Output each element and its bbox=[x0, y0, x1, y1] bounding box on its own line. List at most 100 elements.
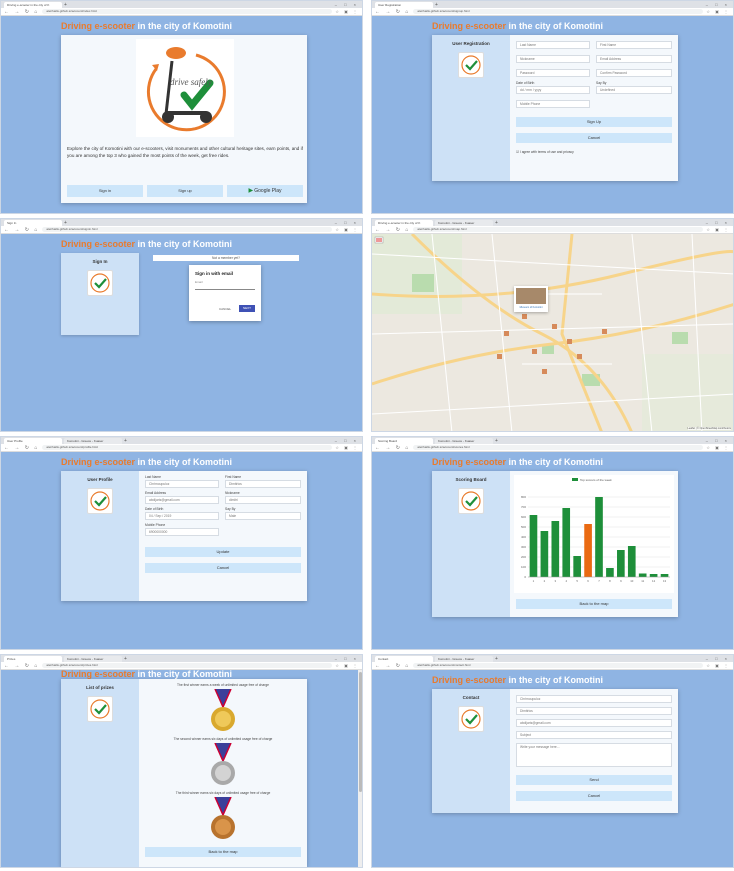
window-controls[interactable]: – □ × bbox=[335, 438, 362, 444]
tab-bar: Prizes Komotini - Greece - Kuaser + – □ … bbox=[1, 655, 362, 662]
nav-buttons[interactable]: ← → ↻ ⌂ bbox=[375, 227, 410, 233]
extension-icons[interactable]: ☆ ▣ ⋮ bbox=[335, 9, 359, 14]
nav-buttons[interactable]: ← → ↻ ⌂ bbox=[4, 9, 39, 15]
first-name-input[interactable]: Dimitrios bbox=[225, 480, 301, 488]
chart-bar bbox=[529, 515, 538, 577]
email-input[interactable]: Email Address bbox=[596, 55, 672, 63]
browser-tab[interactable]: User Profile bbox=[4, 438, 62, 444]
surname-input[interactable]: Dimitrios bbox=[516, 707, 672, 715]
nav-buttons[interactable]: ← → ↻ ⌂ bbox=[4, 663, 39, 669]
cancel-button[interactable]: Cancel bbox=[516, 791, 672, 801]
window-controls[interactable]: – □ × bbox=[335, 656, 362, 662]
scrollbar-thumb[interactable] bbox=[358, 672, 362, 792]
browser-tab[interactable]: User Registration bbox=[375, 2, 433, 8]
new-tab-button[interactable]: + bbox=[495, 656, 498, 662]
cancel-button[interactable]: Cancel bbox=[516, 133, 672, 143]
nav-buttons[interactable]: ← → ↻ ⌂ bbox=[375, 445, 410, 451]
url-field[interactable]: aleirhailis.github.io/account/prizes.htm… bbox=[42, 663, 333, 668]
terms-checkbox[interactable]: ☑ I agree with terms of use and privacy bbox=[516, 150, 574, 154]
url-field[interactable]: aleirhailis.github.io/account/scores.htm… bbox=[413, 445, 704, 450]
sex-select[interactable]: Male bbox=[225, 512, 301, 520]
confirm-password-input[interactable]: Confirm Password bbox=[596, 69, 672, 77]
browser-tab[interactable]: Contact bbox=[375, 656, 433, 662]
message-textarea[interactable]: Write your message here... bbox=[516, 743, 672, 767]
mobile-input[interactable]: Mobile Phone bbox=[516, 100, 590, 108]
sign-up-button[interactable]: Sign Up bbox=[516, 117, 672, 127]
nav-buttons[interactable]: ← → ↻ ⌂ bbox=[4, 227, 39, 233]
url-field[interactable]: aleirhailis.github.io/account/signup.htm… bbox=[413, 9, 704, 14]
first-name-input[interactable]: First Name bbox=[596, 41, 672, 49]
scrollbar[interactable] bbox=[358, 670, 362, 867]
extension-icons[interactable]: ☆ ▣ ⋮ bbox=[706, 227, 730, 232]
address-bar: ← → ↻ ⌂ aleirhailis.github.io/account/in… bbox=[1, 8, 362, 16]
nav-buttons[interactable]: ← → ↻ ⌂ bbox=[375, 9, 410, 15]
nav-buttons[interactable]: ← → ↻ ⌂ bbox=[4, 445, 39, 451]
extension-icons[interactable]: ☆ ▣ ⋮ bbox=[706, 445, 730, 450]
browser-tab[interactable]: Komotini - Greece - Kuaser bbox=[435, 656, 493, 662]
subject-input[interactable]: Subject bbox=[516, 731, 672, 739]
browser-tab[interactable]: Scoring Board bbox=[375, 438, 433, 444]
new-tab-button[interactable]: + bbox=[495, 438, 498, 444]
url-field[interactable]: aleirhailis.github.io/account/contact.ht… bbox=[413, 663, 704, 668]
email-input[interactable]: abdijaris@gmail.com bbox=[145, 496, 219, 504]
sign-in-button[interactable]: Sign in bbox=[67, 185, 143, 197]
nav-buttons[interactable]: ← → ↻ ⌂ bbox=[375, 663, 410, 669]
extension-icons[interactable]: ☆ ▣ ⋮ bbox=[335, 663, 359, 668]
extension-icons[interactable]: ☆ ▣ ⋮ bbox=[706, 9, 730, 14]
browser-tab[interactable]: Driving e-scooter in the city of K bbox=[4, 2, 62, 8]
window-controls[interactable]: – □ × bbox=[706, 656, 733, 662]
email-input[interactable] bbox=[195, 286, 255, 290]
email-label: Email bbox=[195, 280, 203, 284]
not-member-banner[interactable]: Not a member yet? bbox=[153, 255, 299, 261]
google-play-button[interactable]: ▶ Google Play bbox=[227, 185, 303, 197]
extension-icons[interactable]: ☆ ▣ ⋮ bbox=[335, 445, 359, 450]
nickname-input[interactable]: dimitri bbox=[225, 496, 301, 504]
extension-icons[interactable]: ☆ ▣ ⋮ bbox=[706, 663, 730, 668]
browser-tab[interactable]: Komotini - Greece - Kuaser bbox=[435, 438, 493, 444]
window-controls[interactable]: – □ × bbox=[335, 2, 362, 8]
new-tab-button[interactable]: + bbox=[64, 220, 67, 226]
new-tab-button[interactable]: + bbox=[124, 438, 127, 444]
popup-label[interactable]: Museum of Komotini bbox=[514, 306, 548, 309]
browser-tab[interactable]: Sign In bbox=[4, 220, 62, 226]
url-field[interactable]: aleirhailis.github.io/account/signin.htm… bbox=[42, 227, 333, 232]
browser-tab[interactable]: Prizes bbox=[4, 656, 62, 662]
sex-select[interactable]: Undefined bbox=[596, 86, 672, 94]
url-field[interactable]: aleirhailis.github.io/account/profile.ht… bbox=[42, 445, 333, 450]
sign-up-button[interactable]: Sign up bbox=[147, 185, 223, 197]
mobile-input[interactable]: 6900000000 bbox=[145, 528, 219, 536]
browser-tab[interactable]: Komotini - Greece - Kuaser bbox=[64, 656, 122, 662]
cancel-button[interactable]: CANCEL bbox=[219, 307, 231, 311]
send-button[interactable]: Send bbox=[516, 775, 672, 785]
extension-icons[interactable]: ☆ ▣ ⋮ bbox=[335, 227, 359, 232]
map-popup[interactable]: Museum of Komotini bbox=[514, 286, 548, 312]
window-controls[interactable]: – □ × bbox=[706, 220, 733, 226]
next-button[interactable]: NEXT bbox=[239, 305, 255, 312]
new-tab-button[interactable]: + bbox=[435, 2, 438, 8]
browser-tab[interactable]: Komotini - Greece - Kuaser bbox=[435, 220, 493, 226]
new-tab-button[interactable]: + bbox=[124, 656, 127, 662]
update-button[interactable]: Update bbox=[145, 547, 301, 557]
cancel-button[interactable]: Cancel bbox=[145, 563, 301, 573]
email-input[interactable]: abdijaris@gmail.com bbox=[516, 719, 672, 727]
browser-tab[interactable]: Driving e-scooter in the city of K bbox=[375, 220, 433, 226]
window-controls[interactable]: – □ × bbox=[706, 2, 733, 8]
window-controls[interactable]: – □ × bbox=[335, 220, 362, 226]
name-input[interactable]: Chrimoupuloz bbox=[516, 695, 672, 703]
dob-input[interactable]: dd / mm / yyyy bbox=[516, 86, 590, 94]
back-to-map-button[interactable]: Back to the map bbox=[516, 599, 672, 609]
map-attribution[interactable]: Leaflet | © OpenStreetMap contributors bbox=[687, 427, 731, 430]
nickname-input[interactable]: Nickname bbox=[516, 55, 590, 63]
new-tab-button[interactable]: + bbox=[495, 220, 498, 226]
back-to-map-button[interactable]: Back to the map bbox=[145, 847, 301, 857]
password-input[interactable]: Password bbox=[516, 69, 590, 77]
last-name-input[interactable]: Last Name bbox=[516, 41, 590, 49]
window-controls[interactable]: – □ × bbox=[706, 438, 733, 444]
url-field[interactable]: aleirhailis.github.io/account/map.html bbox=[413, 227, 704, 232]
last-name-input[interactable]: Chrimoupuloz bbox=[145, 480, 219, 488]
url-field[interactable]: aleirhailis.github.io/account/index.html bbox=[42, 9, 333, 14]
dob-input[interactable]: 04 / Sep / 2019 bbox=[145, 512, 219, 520]
new-tab-button[interactable]: + bbox=[64, 2, 67, 8]
browser-tab[interactable]: Komotini - Greece - Kuaser bbox=[64, 438, 122, 444]
city-map[interactable]: Museum of Komotini Leaflet | © OpenStree… bbox=[372, 232, 733, 431]
